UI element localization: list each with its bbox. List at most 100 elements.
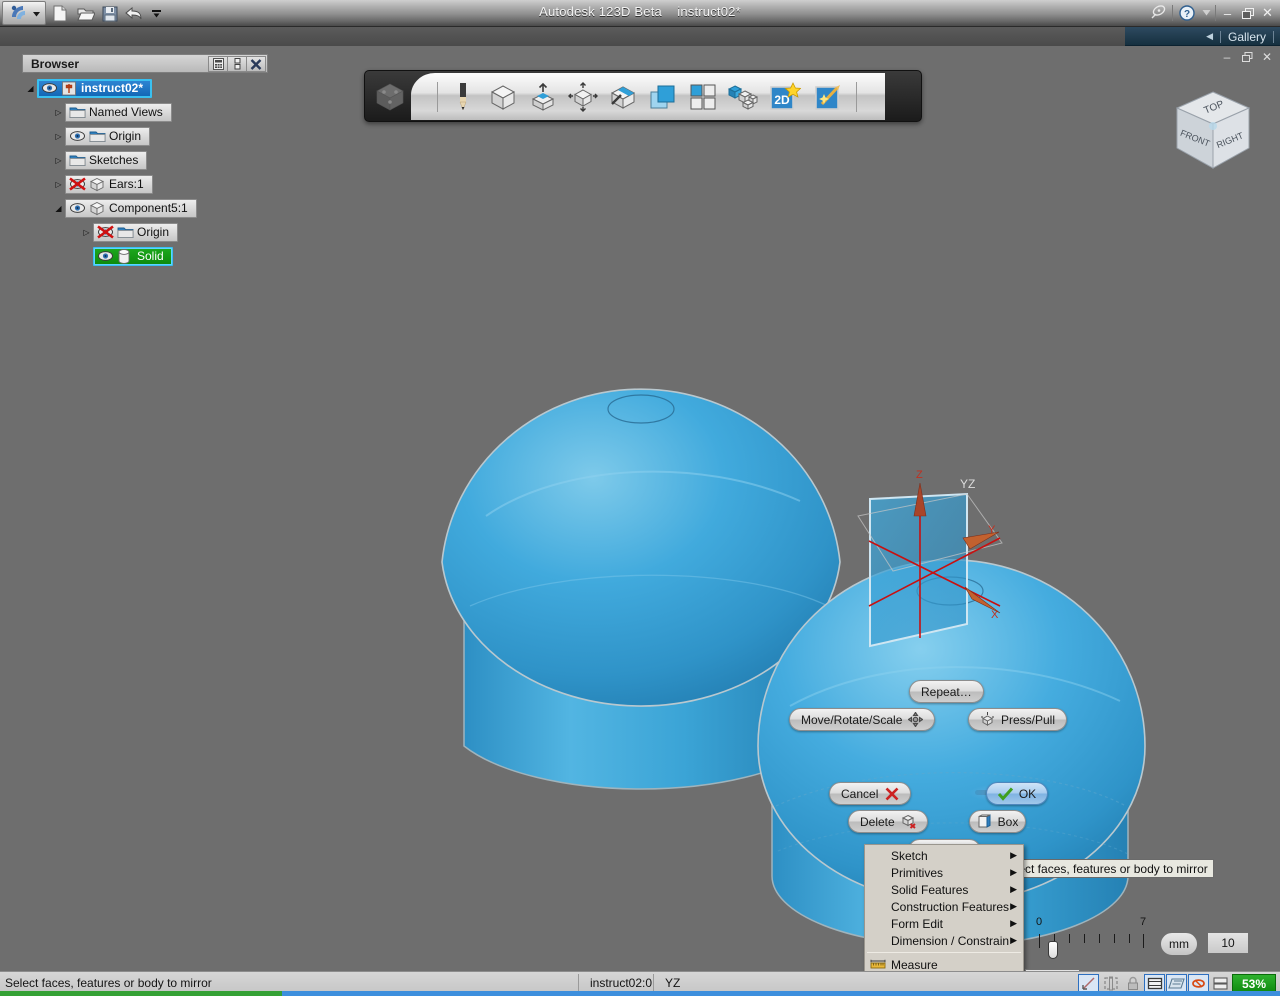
browser-tree-item-origin[interactable]: Origin bbox=[65, 126, 151, 146]
eye-icon[interactable] bbox=[41, 81, 57, 96]
toolbar-modify[interactable] bbox=[568, 81, 598, 113]
eye-icon[interactable] bbox=[69, 201, 85, 216]
expand-triangle-icon[interactable]: ▷ bbox=[52, 130, 65, 143]
browser-filter-button[interactable] bbox=[208, 56, 228, 72]
browser-tree-row[interactable]: ▷ Origin bbox=[24, 222, 268, 242]
browser-tree-row[interactable]: ▷ Ears:1 bbox=[24, 174, 268, 194]
toolbar-assemble[interactable] bbox=[728, 81, 758, 113]
browser-tree-item-instruct02[interactable]: instruct02* bbox=[37, 78, 153, 98]
marking-menu-repeat[interactable]: Repeat… bbox=[909, 680, 984, 703]
divider bbox=[437, 81, 438, 112]
browser-tree-row[interactable]: ▷ Sketches bbox=[24, 150, 268, 170]
svg-text:2D: 2D bbox=[774, 93, 790, 107]
folder-icon bbox=[69, 153, 86, 168]
context-menu-item-primitives[interactable]: Primitives ▶ bbox=[865, 864, 1023, 881]
expand-triangle-icon[interactable]: ▷ bbox=[52, 178, 65, 191]
browser-close-button[interactable] bbox=[246, 56, 266, 72]
gallery-label[interactable]: Gallery bbox=[1228, 30, 1266, 44]
ruler-slider-handle[interactable] bbox=[1048, 941, 1058, 959]
eye-hidden-icon[interactable] bbox=[97, 224, 114, 240]
viewport-canvas[interactable]: – ✕ Z Y X YZ Browser ◢ instruct02* ▷ Nam… bbox=[0, 46, 1280, 971]
solid-body-icon bbox=[89, 201, 105, 216]
move-gizmo-icon bbox=[908, 712, 924, 727]
expand-triangle-icon[interactable]: ▷ bbox=[52, 106, 65, 119]
combine-squares-icon bbox=[650, 85, 675, 108]
context-menu-group-primary[interactable]: Sketch ▶ Primitives ▶ Solid Features ▶ Constru… bbox=[865, 847, 1023, 949]
status-percent-value: 53% bbox=[1241, 976, 1267, 991]
browser-tree-row[interactable]: ▷ Named Views bbox=[24, 102, 268, 122]
title-bar: Autodesk 123D Beta instruct02* ? – ✕ bbox=[0, 0, 1280, 27]
help-icon[interactable]: ? bbox=[1176, 3, 1198, 23]
main-toolbar[interactable]: 2D bbox=[364, 70, 922, 122]
collapse-triangle-icon[interactable]: ◢ bbox=[24, 82, 37, 95]
browser-tree-item-origin[interactable]: Origin bbox=[93, 222, 179, 242]
marking-menu-ok[interactable]: OK bbox=[986, 782, 1048, 805]
browser-tree[interactable]: ◢ instruct02* ▷ Named Views ▷ Origin ▷ Sketches… bbox=[22, 73, 268, 266]
browser-tree-item-named-views[interactable]: Named Views bbox=[65, 102, 172, 122]
browser-tree-item-component5-1[interactable]: Component5:1 bbox=[65, 198, 197, 218]
browser-tree-item-ears-1[interactable]: Ears:1 bbox=[65, 174, 153, 194]
browser-tree-item-label: Ears:1 bbox=[109, 177, 144, 191]
browser-tree-row[interactable]: Solid bbox=[24, 246, 268, 266]
marking-menu-ok-label: OK bbox=[1018, 786, 1037, 801]
divider bbox=[1273, 30, 1274, 43]
context-menu-item-form-edit[interactable]: Form Edit ▶ bbox=[865, 915, 1023, 932]
marking-menu-cancel[interactable]: Cancel bbox=[829, 782, 912, 805]
solid-body-icon bbox=[89, 177, 105, 192]
context-menu-item-dimension-constrain[interactable]: Dimension / Constrain ▶ bbox=[865, 932, 1023, 949]
browser-header-buttons bbox=[208, 56, 266, 72]
submenu-arrow-icon: ▶ bbox=[1010, 867, 1017, 877]
ruler-tick bbox=[1099, 934, 1100, 943]
toolbar-effects[interactable] bbox=[812, 81, 846, 113]
browser-tree-row[interactable]: ◢ instruct02* bbox=[24, 78, 268, 98]
context-menu-item-solid-features[interactable]: Solid Features ▶ bbox=[865, 881, 1023, 898]
context-menu-group-secondary[interactable]: MeasureHome ViewTurntable bbox=[865, 956, 1023, 971]
context-menu-item-sketch[interactable]: Sketch ▶ bbox=[865, 847, 1023, 864]
gallery-controls[interactable]: ◀ Gallery bbox=[1206, 27, 1274, 46]
document-pin-icon bbox=[61, 81, 77, 96]
browser-tree-row[interactable]: ◢ Component5:1 bbox=[24, 198, 268, 218]
marking-menu-box[interactable]: Box bbox=[969, 810, 1026, 833]
browser-resize-button[interactable] bbox=[227, 56, 247, 72]
green-check-icon bbox=[997, 786, 1013, 801]
restore-button[interactable] bbox=[1239, 4, 1256, 22]
browser-tree-item-sketches[interactable]: Sketches bbox=[65, 150, 148, 170]
collapse-triangle-icon[interactable]: ◢ bbox=[52, 202, 65, 215]
tooltip-text: Select faces, features or body to mirror bbox=[1001, 861, 1208, 876]
toolbar-grouping[interactable] bbox=[688, 81, 718, 113]
eye-icon[interactable] bbox=[97, 249, 113, 264]
expand-triangle-icon[interactable]: ▷ bbox=[52, 154, 65, 167]
browser-tree-row[interactable]: ▷ Origin bbox=[24, 126, 268, 146]
context-menu-item-construction-features[interactable]: Construction Features ▶ bbox=[865, 898, 1023, 915]
measure-ruler[interactable]: 0 7 bbox=[1030, 916, 1160, 959]
toolbar-sketch[interactable] bbox=[448, 81, 478, 113]
satellite-icon[interactable] bbox=[1147, 3, 1169, 23]
progress-bar bbox=[0, 991, 1280, 996]
browser-panel[interactable]: Browser ◢ instruct02* ▷ Named Views ▷ Or… bbox=[22, 54, 268, 271]
marking-menu-move-rotate-scale[interactable]: Move/Rotate/Scale bbox=[789, 708, 936, 731]
viewcube-home-icon[interactable] bbox=[373, 81, 407, 113]
eye-hidden-icon[interactable] bbox=[69, 176, 86, 192]
context-menu[interactable]: Sketch ▶ Primitives ▶ Solid Features ▶ Constru… bbox=[864, 844, 1024, 971]
status-document-name: instruct02:0 bbox=[590, 976, 653, 990]
modify-cube-icon bbox=[568, 81, 598, 112]
toolbar-2d-drawing[interactable]: 2D bbox=[768, 81, 802, 113]
unit-selector[interactable]: mm bbox=[1160, 932, 1198, 956]
minimize-button[interactable]: – bbox=[1219, 4, 1236, 22]
marking-menu-delete[interactable]: Delete bbox=[848, 810, 928, 833]
toolbar-pattern[interactable] bbox=[608, 81, 638, 113]
gallery-collapse-arrow-icon[interactable]: ◀ bbox=[1206, 31, 1213, 42]
view-cube[interactable]: TOP FRONT RIGHT bbox=[1171, 86, 1255, 178]
ruler-max-value-field[interactable]: 10 bbox=[1207, 932, 1249, 954]
eye-icon[interactable] bbox=[69, 129, 85, 144]
browser-tree-item-solid[interactable]: Solid bbox=[93, 246, 173, 266]
expand-triangle-icon[interactable]: ▷ bbox=[80, 226, 93, 239]
toolbar-primitives[interactable] bbox=[488, 81, 518, 113]
context-menu-item-measure[interactable]: Measure bbox=[865, 956, 1023, 971]
toolbar-combine[interactable] bbox=[648, 81, 678, 113]
marking-menu-press-pull[interactable]: Press/Pull bbox=[968, 708, 1068, 731]
document-title: instruct02* bbox=[677, 4, 741, 19]
help-dropdown-icon[interactable] bbox=[1201, 3, 1212, 23]
toolbar-construct[interactable] bbox=[528, 81, 558, 113]
close-button[interactable]: ✕ bbox=[1259, 4, 1276, 22]
